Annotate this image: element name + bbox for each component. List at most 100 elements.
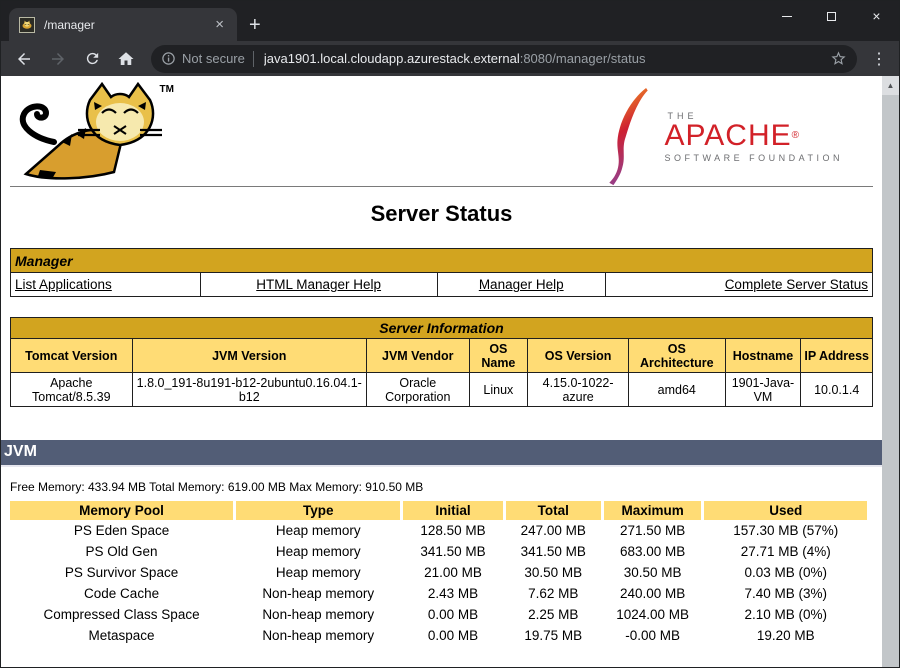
manager-help-link[interactable]: Manager Help <box>479 277 564 292</box>
col-maximum: Maximum <box>604 501 702 520</box>
page-content: TM THE APACHE® SOFTWARE FOUNDATION <box>1 76 882 646</box>
nav-cell: Complete Server Status <box>605 273 872 297</box>
cell-initial: 0.00 MB <box>403 625 502 646</box>
reload-icon <box>84 50 101 67</box>
hostname-value: 1901-Java-VM <box>725 373 801 407</box>
cell-pool: PS Eden Space <box>10 520 233 541</box>
nav-cell: List Applications <box>11 273 201 297</box>
complete-server-status-link[interactable]: Complete Server Status <box>725 277 868 292</box>
back-icon <box>15 50 33 68</box>
home-button[interactable] <box>112 45 140 73</box>
cell-type: Non-heap memory <box>236 604 400 625</box>
tomcat-version-value: Apache Tomcat/8.5.39 <box>11 373 133 407</box>
memory-row-code-cache: Code Cache Non-heap memory 2.43 MB 7.62 … <box>10 583 867 604</box>
new-tab-button[interactable]: + <box>249 15 261 35</box>
browser-toolbar: Not secure java1901.local.cloudapp.azure… <box>1 41 899 76</box>
header-divider <box>10 186 873 187</box>
browser-tab[interactable]: /manager × <box>9 8 237 41</box>
col-os-version: OS Version <box>528 339 629 373</box>
col-tomcat-version: Tomcat Version <box>11 339 133 373</box>
cell-used: 0.03 MB (0%) <box>704 562 867 583</box>
address-bar[interactable]: Not secure java1901.local.cloudapp.azure… <box>151 45 857 73</box>
security-label: Not secure <box>182 51 245 66</box>
reload-button[interactable] <box>78 45 106 73</box>
tomcat-trademark: TM <box>160 84 174 95</box>
col-hostname: Hostname <box>725 339 801 373</box>
apache-logo-text: THE APACHE® SOFTWARE FOUNDATION <box>665 111 844 163</box>
cell-type: Non-heap memory <box>236 583 400 604</box>
scrollbar-thumb[interactable] <box>882 95 899 667</box>
minimize-button[interactable] <box>764 1 809 31</box>
os-architecture-value: amd64 <box>629 373 726 407</box>
server-info-table: Server Information Tomcat Version JVM Ve… <box>10 317 873 407</box>
col-ip-address: IP Address <box>801 339 873 373</box>
os-version-value: 4.15.0-1022-azure <box>528 373 629 407</box>
close-button[interactable]: × <box>854 1 899 31</box>
cell-maximum: 271.50 MB <box>604 520 702 541</box>
nav-cell: HTML Manager Help <box>200 273 437 297</box>
url-path: :8080/manager/status <box>520 51 646 66</box>
tab-title: /manager <box>44 18 212 32</box>
bookmark-star-icon[interactable] <box>830 50 847 67</box>
col-jvm-version: JVM Version <box>132 339 366 373</box>
col-used: Used <box>704 501 867 520</box>
col-jvm-vendor: JVM Vendor <box>367 339 470 373</box>
info-icon <box>161 51 176 66</box>
list-applications-link[interactable]: List Applications <box>15 277 112 292</box>
header-logos: TM THE APACHE® SOFTWARE FOUNDATION <box>10 82 873 184</box>
tomcat-logo: TM <box>10 82 180 182</box>
apache-name: APACHE® <box>665 121 844 151</box>
server-info-header-row: Tomcat Version JVM Version JVM Vendor OS… <box>11 339 873 373</box>
cell-pool: Compressed Class Space <box>10 604 233 625</box>
cell-pool: PS Survivor Space <box>10 562 233 583</box>
cell-used: 19.20 MB <box>704 625 867 646</box>
manager-section-title: Manager <box>11 249 873 273</box>
memory-pool-table: Memory Pool Type Initial Total Maximum U… <box>7 501 870 646</box>
close-icon: × <box>872 8 880 24</box>
cell-initial: 0.00 MB <box>403 604 502 625</box>
url-text: java1901.local.cloudapp.azurestack.exter… <box>264 51 830 66</box>
home-icon <box>117 50 135 68</box>
col-total: Total <box>506 501 601 520</box>
os-name-value: Linux <box>469 373 528 407</box>
tab-close-icon[interactable]: × <box>212 16 227 33</box>
minimize-icon <box>782 16 792 17</box>
forward-button[interactable] <box>44 45 72 73</box>
back-button[interactable] <box>10 45 38 73</box>
memory-row-ps-survivor-space: PS Survivor Space Heap memory 21.00 MB 3… <box>10 562 867 583</box>
maximize-icon <box>827 12 836 21</box>
cell-pool: PS Old Gen <box>10 541 233 562</box>
memory-row-metaspace: Metaspace Non-heap memory 0.00 MB 19.75 … <box>10 625 867 646</box>
vertical-scrollbar[interactable]: ▲ <box>882 76 899 667</box>
manager-nav-table: Manager List Applications HTML Manager H… <box>10 248 873 297</box>
cell-total: 247.00 MB <box>506 520 601 541</box>
ip-address-value: 10.0.1.4 <box>801 373 873 407</box>
jvm-vendor-value: Oracle Corporation <box>367 373 470 407</box>
scroll-up-icon[interactable]: ▲ <box>882 76 899 95</box>
cell-used: 27.71 MB (4%) <box>704 541 867 562</box>
cell-type: Heap memory <box>236 562 400 583</box>
col-os-architecture: OS Architecture <box>629 339 726 373</box>
window-controls: × <box>764 1 899 31</box>
cell-used: 7.40 MB (3%) <box>704 583 867 604</box>
omnibox-divider <box>253 51 254 67</box>
cell-initial: 128.50 MB <box>403 520 502 541</box>
server-info-title: Server Information <box>11 318 873 339</box>
html-manager-help-link[interactable]: HTML Manager Help <box>256 277 381 292</box>
col-os-name: OS Name <box>469 339 528 373</box>
cell-type: Non-heap memory <box>236 625 400 646</box>
col-type: Type <box>236 501 400 520</box>
server-info-data-row: Apache Tomcat/8.5.39 1.8.0_191-8u191-b12… <box>11 373 873 407</box>
cell-maximum: 683.00 MB <box>604 541 702 562</box>
cell-total: 30.50 MB <box>506 562 601 583</box>
apache-feather-icon <box>607 88 659 186</box>
col-initial: Initial <box>403 501 502 520</box>
browser-menu-icon[interactable]: ⋮ <box>865 49 893 69</box>
registered-mark: ® <box>792 130 800 141</box>
cell-used: 2.10 MB (0%) <box>704 604 867 625</box>
memory-row-ps-eden-space: PS Eden Space Heap memory 128.50 MB 247.… <box>10 520 867 541</box>
tomcat-cat-image <box>10 82 180 182</box>
url-host: java1901.local.cloudapp.azurestack.exter… <box>264 51 520 66</box>
maximize-button[interactable] <box>809 1 854 31</box>
cell-total: 19.75 MB <box>506 625 601 646</box>
